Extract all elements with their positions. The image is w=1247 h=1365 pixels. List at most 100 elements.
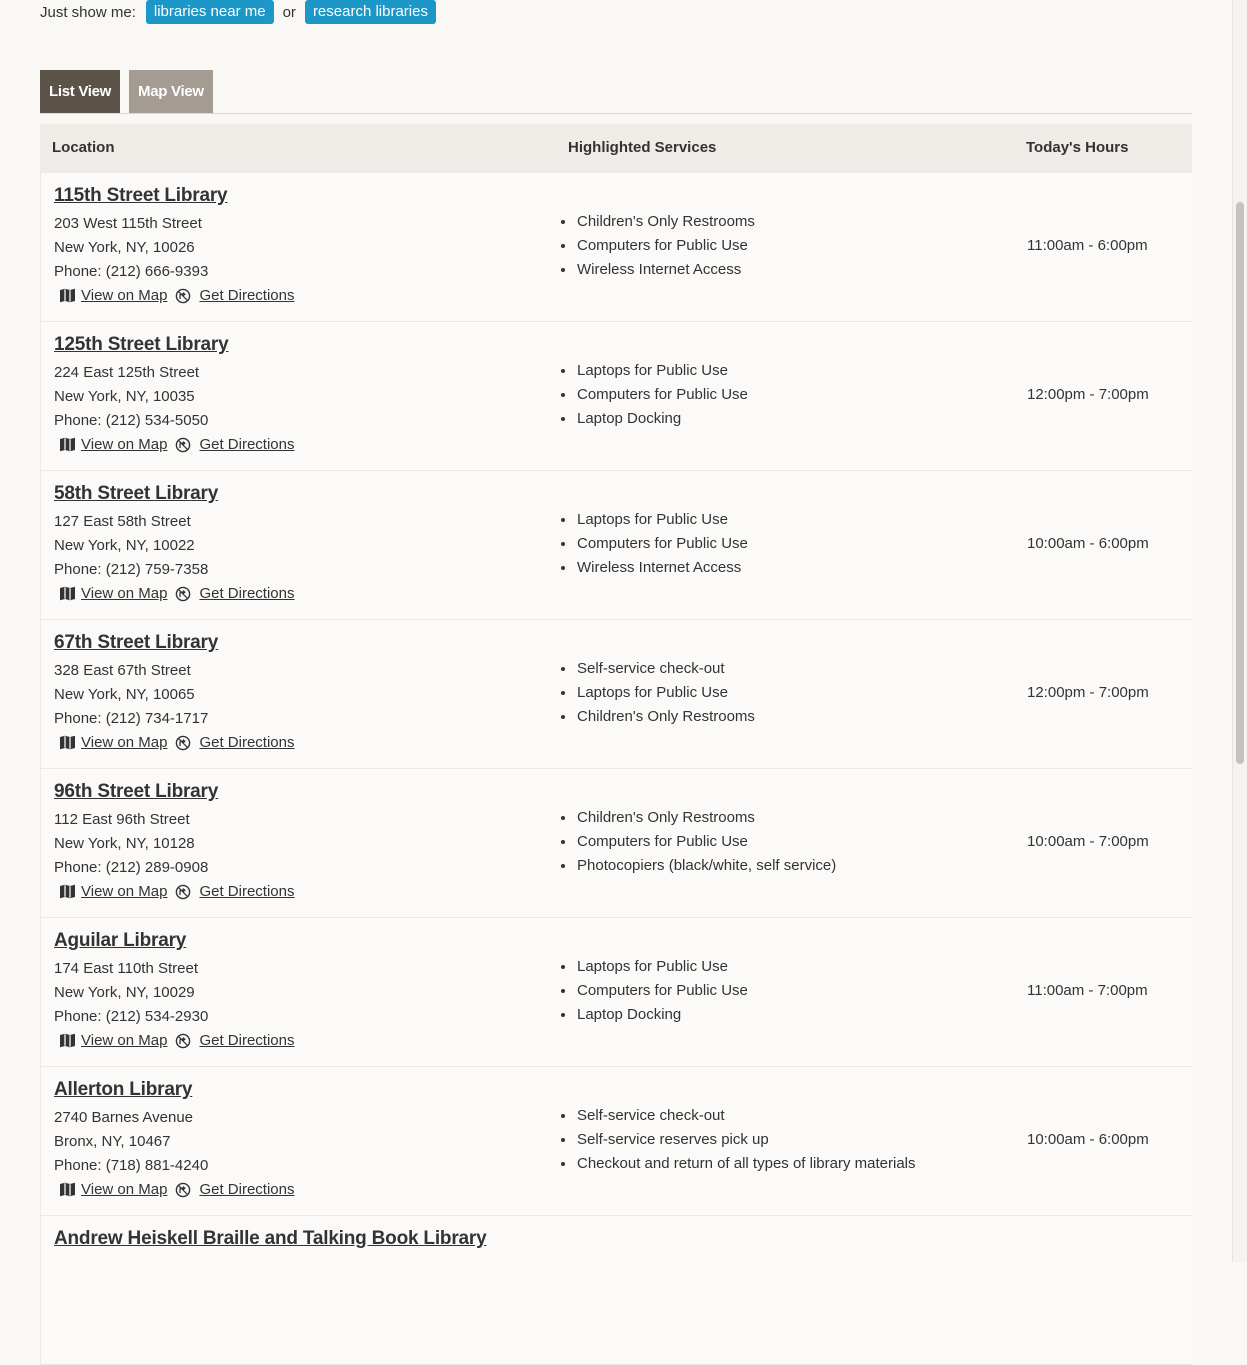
library-name-link[interactable]: 67th Street Library xyxy=(54,632,218,654)
library-actions: View on Map Get Directions xyxy=(59,883,295,900)
table-header: Location Highlighted Services Today's Ho… xyxy=(40,124,1192,173)
service-item: Self-service reserves pick up xyxy=(558,1131,916,1155)
library-actions: View on Map Get Directions xyxy=(59,436,295,453)
get-directions-link[interactable]: Get Directions xyxy=(199,287,294,304)
library-filter-bar: Just show me: libraries near me or resea… xyxy=(40,0,436,24)
service-item: Laptops for Public Use xyxy=(558,511,748,535)
library-phone: Phone: (212) 666-9393 xyxy=(54,263,209,280)
library-name-link[interactable]: Aguilar Library xyxy=(54,930,186,952)
services-list: Children's Only Restrooms Computers for P… xyxy=(558,213,755,285)
services-list: Laptops for Public Use Computers for Publ… xyxy=(558,362,748,434)
library-city: New York, NY, 10026 xyxy=(54,239,195,256)
get-directions-link[interactable]: Get Directions xyxy=(199,1032,294,1049)
table-row: Allerton Library 2740 Barnes Avenue Bron… xyxy=(41,1067,1192,1216)
service-item: Children's Only Restrooms xyxy=(558,213,755,237)
directions-icon xyxy=(176,586,191,601)
filter-lead-text: Just show me: xyxy=(40,3,136,21)
service-item: Self-service check-out xyxy=(558,1107,916,1131)
library-name-link[interactable]: 96th Street Library xyxy=(54,781,218,803)
library-actions: View on Map Get Directions xyxy=(59,287,295,304)
view-on-map-link[interactable]: View on Map xyxy=(81,1181,167,1198)
library-city: New York, NY, 10022 xyxy=(54,537,195,554)
library-street: 328 East 67th Street xyxy=(54,662,191,679)
get-directions-link[interactable]: Get Directions xyxy=(199,436,294,453)
library-name-link[interactable]: 58th Street Library xyxy=(54,483,218,505)
service-item: Laptops for Public Use xyxy=(558,362,748,386)
get-directions-link[interactable]: Get Directions xyxy=(199,1181,294,1198)
library-city: New York, NY, 10035 xyxy=(54,388,195,405)
directions-icon xyxy=(176,437,191,452)
library-city: New York, NY, 10128 xyxy=(54,835,195,852)
todays-hours: 10:00am - 6:00pm xyxy=(1027,1131,1149,1148)
library-name-link[interactable]: Andrew Heiskell Braille and Talking Book… xyxy=(54,1228,487,1250)
library-street: 174 East 110th Street xyxy=(54,960,198,977)
service-item: Computers for Public Use xyxy=(558,386,748,410)
library-name-link[interactable]: Allerton Library xyxy=(54,1079,192,1101)
services-list: Children's Only Restrooms Computers for P… xyxy=(558,809,836,881)
column-header-hours: Today's Hours xyxy=(1026,139,1129,156)
library-street: 2740 Barnes Avenue xyxy=(54,1109,194,1126)
library-city: New York, NY, 10029 xyxy=(54,984,195,1001)
map-icon xyxy=(60,586,75,601)
services-list: Self-service check-out Laptops for Public… xyxy=(558,660,755,732)
research-libraries-button[interactable]: research libraries xyxy=(304,0,436,24)
view-on-map-link[interactable]: View on Map xyxy=(81,883,167,900)
view-on-map-link[interactable]: View on Map xyxy=(81,585,167,602)
library-city: New York, NY, 10065 xyxy=(54,686,195,703)
library-actions: View on Map Get Directions xyxy=(59,585,295,602)
get-directions-link[interactable]: Get Directions xyxy=(199,883,294,900)
view-on-map-link[interactable]: View on Map xyxy=(81,734,167,751)
service-item: Children's Only Restrooms xyxy=(558,809,836,833)
directions-icon xyxy=(176,884,191,899)
library-name-link[interactable]: 125th Street Library xyxy=(54,334,229,356)
view-on-map-link[interactable]: View on Map xyxy=(81,287,167,304)
library-phone: Phone: (212) 534-5050 xyxy=(54,412,209,429)
map-icon xyxy=(60,1182,75,1197)
services-list: Self-service check-out Self-service reser… xyxy=(558,1107,916,1179)
service-item: Photocopiers (black/white, self service) xyxy=(558,857,836,881)
table-row: Andrew Heiskell Braille and Talking Book… xyxy=(41,1216,1192,1365)
service-item: Checkout and return of all types of libr… xyxy=(558,1155,916,1179)
service-item: Laptop Docking xyxy=(558,1006,748,1030)
library-actions: View on Map Get Directions xyxy=(59,734,295,751)
scrollbar-thumb[interactable] xyxy=(1236,202,1244,764)
view-tabs: List View Map View xyxy=(40,70,213,113)
library-table: Location Highlighted Services Today's Ho… xyxy=(40,124,1192,1365)
table-row: 96th Street Library 112 East 96th Street… xyxy=(41,769,1192,918)
service-item: Children's Only Restrooms xyxy=(558,708,755,732)
service-item: Laptops for Public Use xyxy=(558,684,755,708)
todays-hours: 10:00am - 7:00pm xyxy=(1027,833,1149,850)
column-header-location: Location xyxy=(52,139,115,156)
directions-icon xyxy=(176,1182,191,1197)
table-row: 58th Street Library 127 East 58th Street… xyxy=(41,471,1192,620)
get-directions-link[interactable]: Get Directions xyxy=(199,585,294,602)
todays-hours: 11:00am - 6:00pm xyxy=(1027,237,1148,254)
library-city: Bronx, NY, 10467 xyxy=(54,1133,171,1150)
library-actions: View on Map Get Directions xyxy=(59,1032,295,1049)
get-directions-link[interactable]: Get Directions xyxy=(199,734,294,751)
library-phone: Phone: (212) 534-2930 xyxy=(54,1008,209,1025)
service-item: Computers for Public Use xyxy=(558,535,748,559)
libraries-near-me-button[interactable]: libraries near me xyxy=(145,0,274,24)
tab-map-view[interactable]: Map View xyxy=(129,70,213,113)
table-row: 67th Street Library 328 East 67th Street… xyxy=(41,620,1192,769)
view-on-map-link[interactable]: View on Map xyxy=(81,1032,167,1049)
map-icon xyxy=(60,884,75,899)
column-header-services: Highlighted Services xyxy=(568,139,717,156)
tab-list-view[interactable]: List View xyxy=(40,70,121,113)
map-icon xyxy=(60,288,75,303)
library-street: 127 East 58th Street xyxy=(54,513,191,530)
table-row: 125th Street Library 224 East 125th Stre… xyxy=(41,322,1192,471)
todays-hours: 12:00pm - 7:00pm xyxy=(1027,684,1149,701)
services-list: Laptops for Public Use Computers for Publ… xyxy=(558,958,748,1030)
view-on-map-link[interactable]: View on Map xyxy=(81,436,167,453)
service-item: Wireless Internet Access xyxy=(558,559,748,583)
service-item: Laptops for Public Use xyxy=(558,958,748,982)
filter-or-text: or xyxy=(282,3,296,21)
library-name-link[interactable]: 115th Street Library xyxy=(54,185,228,207)
directions-icon xyxy=(176,288,191,303)
service-item: Computers for Public Use xyxy=(558,237,755,261)
library-phone: Phone: (212) 289-0908 xyxy=(54,859,209,876)
todays-hours: 11:00am - 7:00pm xyxy=(1027,982,1148,999)
service-item: Laptop Docking xyxy=(558,410,748,434)
